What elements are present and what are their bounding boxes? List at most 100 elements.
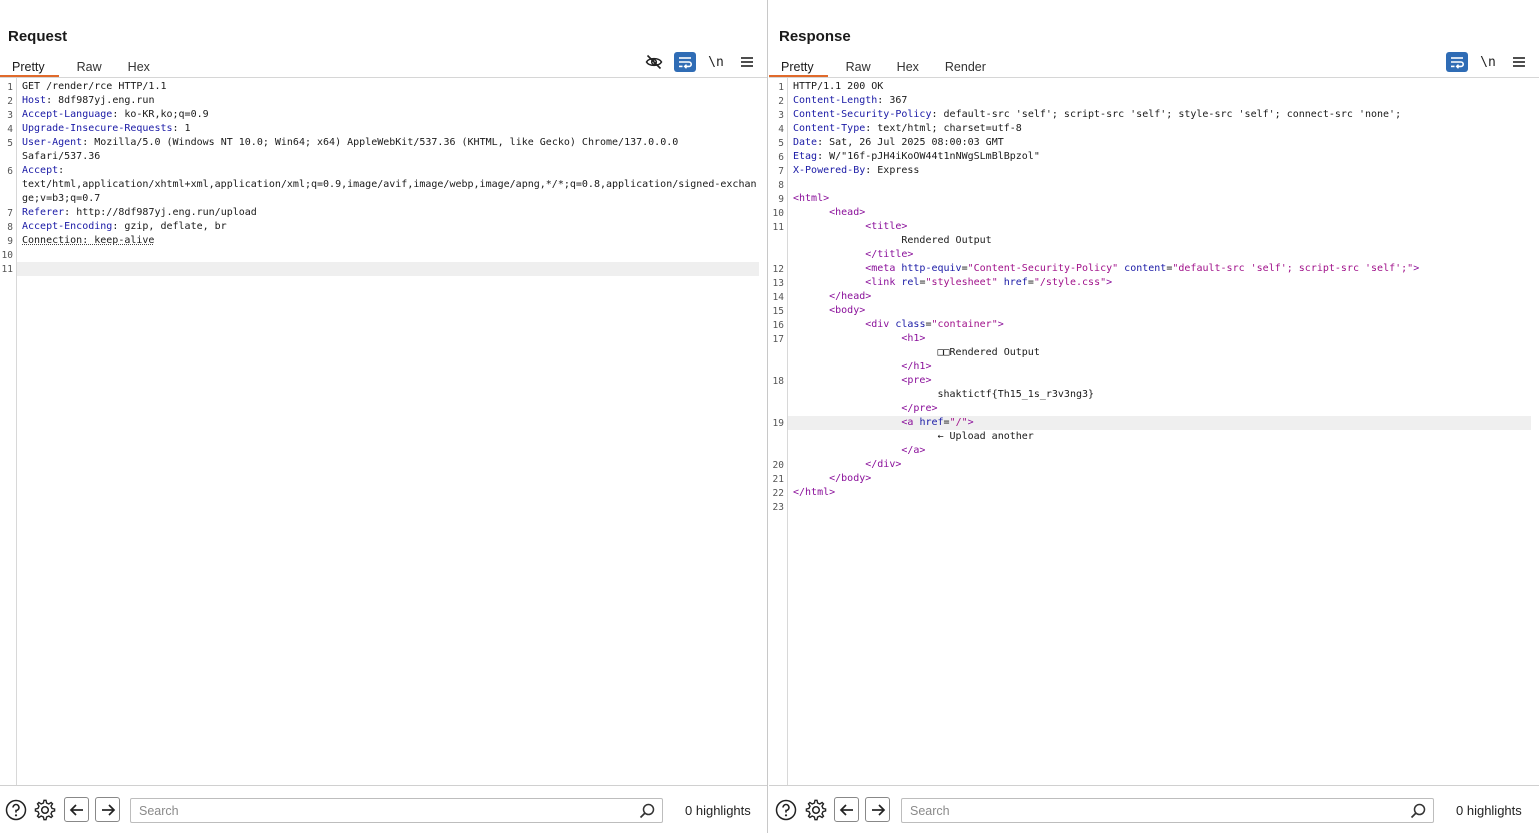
line-content: <h1> <box>793 332 1531 346</box>
response-menu-button[interactable] <box>1508 52 1530 72</box>
line-content: □□Rendered Output <box>793 346 1531 360</box>
code-line: 9 <html> <box>769 192 1539 206</box>
code-token: Etag <box>793 151 818 162</box>
code-line: Rendered Output <box>769 234 1539 248</box>
response-highlight-count: 0 highlights <box>1456 803 1522 818</box>
line-number: 4 <box>778 124 784 135</box>
magnifier-icon[interactable] <box>1409 802 1427 820</box>
code-token: </body> <box>829 473 872 484</box>
code-token: "default-src 'self'; script-src 'self';" <box>1172 263 1414 274</box>
response-search-input[interactable] <box>910 803 1390 819</box>
word-wrap-icon <box>679 57 692 69</box>
code-token: Referer <box>22 207 65 218</box>
code-token: : 367 <box>877 95 908 106</box>
request-pane: Request Pretty Raw Hex \n 1 GET /render/… <box>0 0 768 833</box>
word-wrap-button[interactable] <box>674 52 696 72</box>
arrow-left-icon <box>69 803 83 816</box>
code-token: : gzip, deflate, br <box>112 221 227 232</box>
request-tab-pretty[interactable]: Pretty <box>0 54 59 77</box>
code-line: 11 <title> <box>769 220 1539 234</box>
code-token: User-Agent <box>22 137 83 148</box>
response-tab-raw[interactable]: Raw <box>838 54 879 77</box>
line-content: ← Upload another <box>793 430 1531 444</box>
response-tab-render[interactable]: Render <box>937 54 994 77</box>
line-number: 8 <box>7 222 13 233</box>
line-number: 3 <box>7 110 13 121</box>
arrow-right-icon <box>871 803 885 816</box>
line-content: Safari/537.36 <box>22 150 759 164</box>
code-token: <body> <box>829 305 866 316</box>
hide-nonprintable-button[interactable] <box>643 52 665 72</box>
request-editor[interactable]: 1 GET /render/rce HTTP/1.1 2 Host: 8df987yj… <box>0 78 767 785</box>
code-token: class <box>895 319 926 330</box>
code-token: "/style.css" <box>1033 277 1107 288</box>
response-forward-button[interactable] <box>865 797 890 822</box>
response-editor[interactable]: 1 HTTP/1.1 200 OK 2 Content-Length: 367 3 Con… <box>769 78 1539 785</box>
code-token: Rendered Output <box>793 235 992 246</box>
line-number: 9 <box>7 236 13 247</box>
line-content: Date: Sat, 26 Jul 2025 08:00:03 GMT <box>793 136 1531 150</box>
code-line: 18 <pre> <box>769 374 1539 388</box>
line-number: 10 <box>772 208 784 219</box>
line-content <box>22 248 759 262</box>
request-menu-button[interactable] <box>736 52 758 72</box>
response-back-button[interactable] <box>834 797 859 822</box>
code-token: > <box>1106 277 1113 288</box>
code-token: text/html,application/xhtml+xml,applicat… <box>22 179 757 190</box>
line-content: Upgrade-Insecure-Requests: 1 <box>22 122 759 136</box>
code-token: : text/html; charset=utf-8 <box>865 123 1022 134</box>
response-word-wrap-button[interactable] <box>1446 52 1468 72</box>
magnifier-icon[interactable] <box>638 802 656 820</box>
line-content: </div> <box>793 458 1531 472</box>
code-token: </title> <box>865 249 914 260</box>
request-tab-raw[interactable]: Raw <box>69 54 110 77</box>
code-token: Connection: keep-alive <box>22 235 155 246</box>
line-content: </title> <box>793 248 1531 262</box>
code-token: </head> <box>829 291 872 302</box>
code-line: 14 </head> <box>769 290 1539 304</box>
line-content: </a> <box>793 444 1531 458</box>
response-tab-pretty[interactable]: Pretty <box>769 54 828 77</box>
line-content: Referer: http://8df987yj.eng.run/upload <box>22 206 759 220</box>
response-title: Response <box>779 28 851 45</box>
request-highlight-count: 0 highlights <box>685 803 751 818</box>
code-token: <pre> <box>901 375 932 386</box>
response-newline-toggle-button[interactable]: \n <box>1477 52 1499 72</box>
response-help-button[interactable] <box>774 798 798 822</box>
request-search-input[interactable] <box>139 803 619 819</box>
request-help-button[interactable] <box>4 798 28 822</box>
request-back-button[interactable] <box>64 797 89 822</box>
line-content: <div class="container"> <box>793 318 1531 332</box>
code-token: rel <box>901 277 920 288</box>
newline-toggle-button[interactable]: \n <box>705 52 727 72</box>
request-forward-button[interactable] <box>95 797 120 822</box>
response-footer: 0 highlights <box>769 785 1539 833</box>
line-content: </body> <box>793 472 1531 486</box>
line-number: 16 <box>772 320 784 331</box>
code-line: 17 <h1> <box>769 332 1539 346</box>
hamburger-menu-icon <box>741 57 753 67</box>
response-tabs: Pretty Raw Hex Render <box>769 54 1004 77</box>
code-line: 10 <box>0 248 767 262</box>
request-footer: 0 highlights <box>0 785 767 833</box>
request-settings-button[interactable] <box>33 798 57 822</box>
code-token: Date <box>793 137 818 148</box>
code-token: : default-src 'self'; script-src 'self';… <box>931 109 1402 120</box>
line-number: 1 <box>7 82 13 93</box>
request-tabs: Pretty Raw Hex <box>0 54 168 77</box>
response-tab-hex[interactable]: Hex <box>889 54 927 77</box>
line-content: Content-Security-Policy: default-src 'se… <box>793 108 1531 122</box>
line-number: 23 <box>772 502 784 513</box>
code-token: <a <box>901 417 920 428</box>
code-line: 15 <body> <box>769 304 1539 318</box>
line-content: <head> <box>793 206 1531 220</box>
response-settings-button[interactable] <box>804 798 828 822</box>
line-content: <a href="/"> <box>788 416 1531 430</box>
request-tab-hex[interactable]: Hex <box>120 54 158 77</box>
